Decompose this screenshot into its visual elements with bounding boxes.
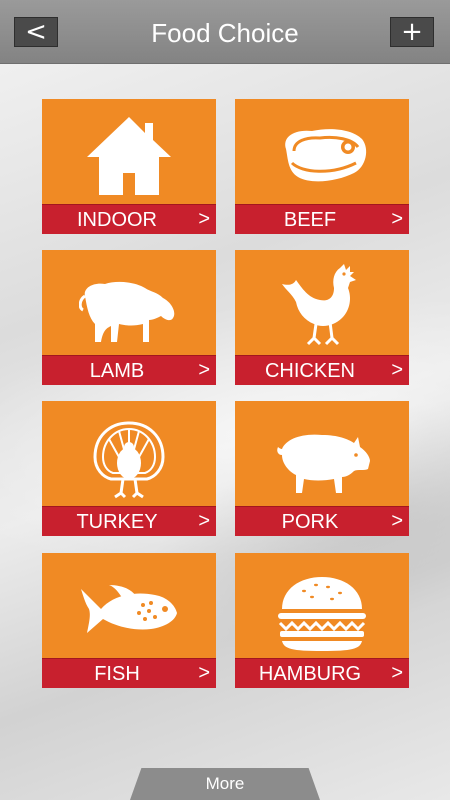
more-button[interactable]: More [130,768,320,800]
lamb-icon [79,281,175,342]
chevron-right-icon: > [198,662,210,684]
tile-label: LAMB [89,360,145,382]
tile-label: TURKEY [76,511,158,533]
tile-bar: PORK > [235,506,409,536]
pig-icon [277,434,370,493]
tile-beef[interactable]: BEEF > [235,99,409,234]
tile-turkey[interactable]: TURKEY > [42,401,216,536]
tile-label: BEEF [283,209,337,231]
tile-indoor[interactable]: INDOOR > [42,99,216,234]
tile-chicken[interactable]: CHICKEN > [235,250,409,385]
chevron-right-icon: > [198,510,210,532]
chevron-right-icon: > [198,208,210,230]
tile-label: INDOOR [77,209,157,231]
page-title: Food Choice [151,18,299,48]
tile-label: HAMBURG [258,663,362,685]
tile-lamb[interactable]: LAMB > [42,250,216,385]
tile-bar: INDOOR > [42,204,216,234]
tile-bar: BEEF > [235,204,409,234]
tile-bar: CHICKEN > [235,355,409,385]
chevron-right-icon: > [391,359,403,381]
add-button[interactable]: + [390,17,434,47]
tile-pork[interactable]: PORK > [235,401,409,536]
steak-icon [285,129,367,182]
tile-bar: LAMB > [42,355,216,385]
turkey-icon [93,421,165,499]
tile-label: PORK [281,511,339,533]
tile-label: FISH [94,663,140,685]
chicken-icon [282,264,356,346]
header-bar: < Food Choice + [0,0,450,64]
chevron-right-icon: > [391,208,403,230]
tile-bar: HAMBURG > [235,658,409,688]
tile-label: CHICKEN [264,360,355,382]
house-icon [87,117,171,195]
tile-bar: FISH > [42,658,216,688]
tile-bar: TURKEY > [42,506,216,536]
tile-hamburg[interactable]: HAMBURG > [235,553,409,688]
fish-icon [81,585,177,633]
tile-fish[interactable]: FISH > [42,553,216,688]
chevron-right-icon: > [391,662,403,684]
burger-icon [278,577,366,651]
chevron-right-icon: > [198,359,210,381]
chevron-right-icon: > [391,510,403,532]
